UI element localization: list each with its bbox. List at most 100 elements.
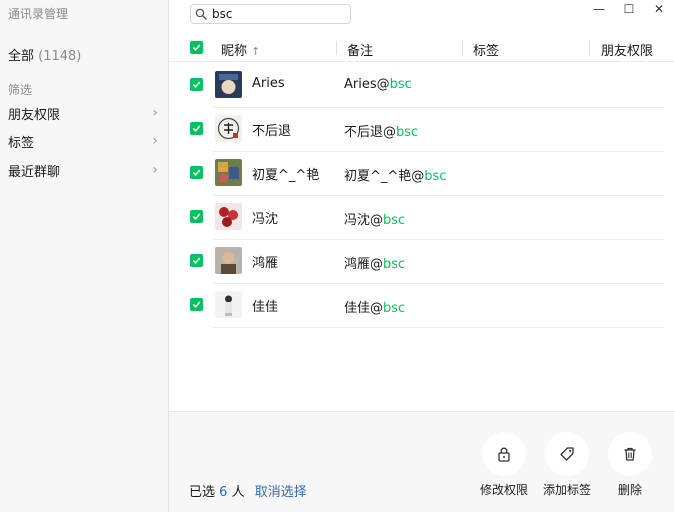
search-input[interactable] (212, 7, 342, 21)
row-checkbox[interactable] (190, 210, 203, 223)
search-match-highlight: bsc (383, 301, 406, 316)
remark-text: 鸿雁@ (344, 257, 384, 272)
column-nickname[interactable]: 昵称 ↑ (221, 40, 260, 59)
remark-text: Aries@ (344, 77, 390, 92)
row-remark: 佳佳@bsc (344, 297, 405, 316)
row-divider (213, 327, 664, 328)
row-checkbox[interactable] (190, 78, 203, 91)
avatar (215, 159, 242, 186)
table-row[interactable]: 初夏^_^艳 初夏^_^艳@bsc (169, 152, 674, 196)
column-tags[interactable]: 标签 (473, 40, 499, 59)
search-match-highlight: bsc (396, 125, 419, 140)
sidebar-item-label: 朋友权限 (8, 107, 61, 123)
sidebar: 通讯录管理 全部 (1148) 筛选 朋友权限 › 标签 › 最近群聊 › (0, 0, 169, 512)
selected-count: 6 (219, 485, 228, 500)
select-all-checkbox[interactable] (190, 41, 203, 54)
chevron-right-icon: › (152, 162, 158, 178)
row-nickname: 不后退 (252, 124, 292, 139)
sidebar-item-friend-permissions[interactable]: 朋友权限 › (8, 102, 160, 124)
action-circle (545, 432, 589, 476)
sidebar-all-label: 全部 (8, 49, 35, 64)
avatar (215, 115, 242, 142)
row-remark: Aries@bsc (344, 77, 412, 92)
search-icon (195, 8, 207, 20)
modify-permissions-button[interactable]: 修改权限 (474, 432, 534, 498)
trash-icon (624, 447, 636, 461)
action-circle (608, 432, 652, 476)
row-checkbox[interactable] (190, 254, 203, 267)
avatar (215, 71, 242, 98)
row-remark: 初夏^_^艳@bsc (344, 165, 446, 184)
action-circle (482, 432, 526, 476)
delete-button[interactable]: 删除 (600, 432, 660, 498)
search-match-highlight: bsc (389, 77, 412, 92)
row-nickname: 冯沈 (252, 212, 279, 227)
search-match-highlight: bsc (383, 213, 406, 228)
sort-arrow-icon: ↑ (251, 45, 261, 58)
cancel-selection-link[interactable]: 取消选择 (255, 485, 307, 500)
action-label: 删除 (617, 483, 642, 497)
maximize-button[interactable]: ☐ (614, 0, 644, 18)
close-button[interactable]: ✕ (644, 0, 674, 18)
app-title: 通讯录管理 (8, 7, 69, 21)
row-checkbox[interactable] (190, 166, 203, 179)
check-icon (192, 169, 201, 176)
selected-suffix: 人 (231, 485, 245, 500)
chevron-right-icon: › (152, 133, 158, 149)
window-controls: — ☐ ✕ (584, 0, 674, 18)
remark-text: 佳佳@ (344, 301, 384, 316)
table-row[interactable]: 不后退 不后退@bsc (169, 108, 674, 152)
lock-icon (498, 447, 510, 462)
column-remark[interactable]: 备注 (347, 40, 373, 59)
row-checkbox[interactable] (190, 122, 203, 135)
row-nickname: Aries (252, 76, 285, 91)
search-match-highlight: bsc (383, 257, 406, 272)
row-remark: 鸿雁@bsc (344, 253, 405, 272)
table-row[interactable]: 鸿雁 鸿雁@bsc (169, 240, 674, 284)
remark-text: 初夏^_^艳@ (344, 169, 425, 184)
selected-prefix: 已选 (189, 485, 216, 500)
table-row[interactable]: 冯沈 冯沈@bsc (169, 196, 674, 240)
sidebar-item-label: 标签 (8, 135, 35, 151)
check-icon (192, 125, 201, 132)
minimize-button[interactable]: — (584, 0, 614, 18)
sidebar-all-count: (1148) (38, 49, 82, 64)
selection-info: 已选 6 人 取消选择 (189, 481, 307, 500)
check-icon (192, 213, 201, 220)
avatar (215, 291, 242, 318)
action-label: 添加标签 (542, 483, 591, 497)
row-remark: 不后退@bsc (344, 121, 418, 140)
row-nickname: 佳佳 (252, 300, 279, 315)
column-divider (336, 41, 337, 55)
check-icon (192, 81, 201, 88)
table-row[interactable]: Aries Aries@bsc (169, 64, 674, 108)
column-nickname-label: 昵称 (221, 44, 248, 59)
row-nickname: 初夏^_^艳 (252, 168, 320, 183)
sidebar-item-tags[interactable]: 标签 › (8, 130, 160, 152)
avatar (215, 203, 242, 230)
check-icon (192, 301, 201, 308)
remark-text: 冯沈@ (344, 213, 384, 228)
check-icon (192, 44, 201, 51)
tag-icon (560, 447, 574, 461)
action-label: 修改权限 (479, 483, 528, 497)
row-nickname: 鸿雁 (252, 256, 279, 271)
search-match-highlight: bsc (424, 169, 447, 184)
row-checkbox[interactable] (190, 298, 203, 311)
column-divider (462, 41, 463, 55)
footer-bar: 已选 6 人 取消选择 修改权限 添加标签 删除 (169, 411, 674, 512)
sidebar-item-label: 最近群聊 (8, 164, 61, 180)
table-header: 昵称 ↑ 备注 标签 朋友权限 (169, 34, 674, 62)
remark-text: 不后退@ (344, 125, 397, 140)
column-divider (589, 41, 590, 55)
add-tag-button[interactable]: 添加标签 (537, 432, 597, 498)
search-box[interactable] (190, 4, 351, 24)
table-row[interactable]: 佳佳 佳佳@bsc (169, 284, 674, 328)
sidebar-item-all[interactable]: 全部 (1148) (8, 45, 81, 64)
sidebar-item-recent-groups[interactable]: 最近群聊 › (8, 159, 160, 181)
chevron-right-icon: › (152, 105, 158, 121)
row-remark: 冯沈@bsc (344, 209, 405, 228)
avatar (215, 247, 242, 274)
filter-label: 筛选 (8, 83, 33, 97)
column-friend-permissions[interactable]: 朋友权限 (601, 40, 653, 59)
